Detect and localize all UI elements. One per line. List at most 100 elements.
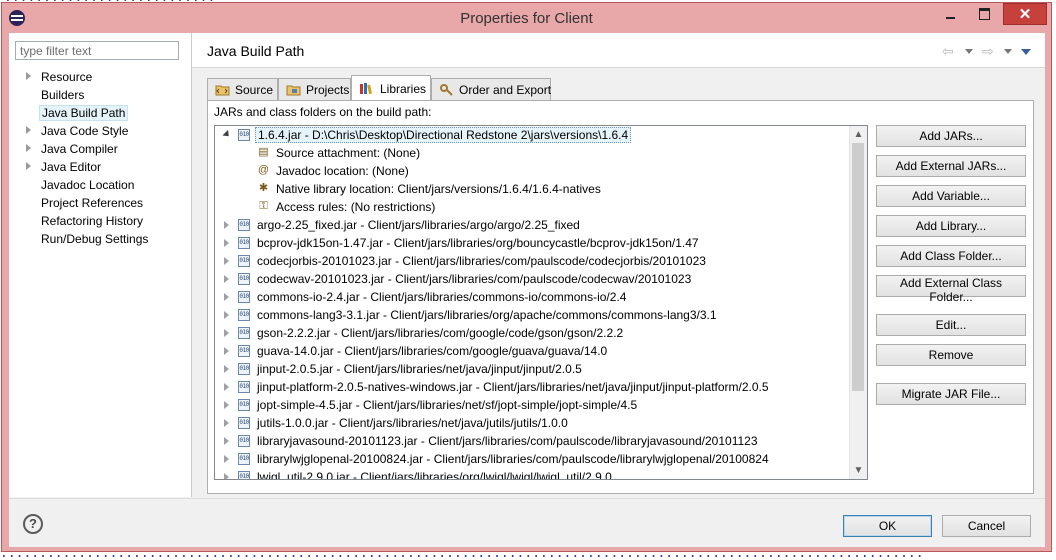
- library-row[interactable]: 010 librarylwjglopenal-20100824.jar - Cli…: [215, 450, 849, 468]
- scroll-thumb[interactable]: [852, 143, 864, 391]
- expand-arrow-icon[interactable]: [224, 257, 229, 265]
- library-row[interactable]: 010 1.6.4.jar - D:\Chris\Desktop\Directio…: [215, 126, 849, 144]
- library-row[interactable]: 010 jopt-simple-4.5.jar - Client/jars/lib…: [215, 396, 849, 414]
- nav-item[interactable]: Refactoring History: [9, 212, 191, 230]
- expand-arrow-icon[interactable]: [224, 293, 229, 301]
- nav-item[interactable]: Resource: [9, 68, 191, 86]
- expand-arrow-icon[interactable]: [224, 473, 229, 479]
- nav-item[interactable]: Javadoc Location: [9, 176, 191, 194]
- filter-input[interactable]: [15, 41, 179, 60]
- tree-item-label: Javadoc location: (None): [276, 164, 409, 178]
- expand-arrow-icon[interactable]: [224, 221, 229, 229]
- library-row[interactable]: 010 argo-2.25_fixed.jar - Client/jars/lib…: [215, 216, 849, 234]
- expand-arrow-icon[interactable]: [26, 144, 31, 152]
- source-attachment-icon: ▤: [258, 146, 269, 158]
- collapse-arrow-icon[interactable]: [222, 129, 232, 140]
- back-arrow-icon[interactable]: ⇦: [942, 43, 954, 60]
- library-row[interactable]: 010 lwjgl_util-2.9.0.jar - Client/jars/li…: [215, 468, 849, 479]
- expand-arrow-icon[interactable]: [26, 126, 31, 134]
- add-jars-button[interactable]: Add JARs...: [876, 125, 1026, 147]
- library-row[interactable]: 010 jinput-platform-2.0.5-natives-windows…: [215, 378, 849, 396]
- nav-item[interactable]: Java Editor: [9, 158, 191, 176]
- tab-order-export[interactable]: Order and Export: [431, 78, 551, 100]
- expand-arrow-icon[interactable]: [224, 329, 229, 337]
- library-row[interactable]: 010 gson-2.2.2.jar - Client/jars/librarie…: [215, 324, 849, 342]
- library-row[interactable]: 010 jinput-2.0.5.jar - Client/jars/librar…: [215, 360, 849, 378]
- title-bar[interactable]: Properties for Client ✕: [2, 3, 1051, 33]
- nav-item-label: Builders: [41, 88, 85, 102]
- tree-item-label: codecwav-20101023.jar - Client/jars/libr…: [257, 272, 692, 286]
- expand-arrow-icon[interactable]: [224, 419, 229, 427]
- nav-item[interactable]: Java Compiler: [9, 140, 191, 158]
- native-library-icon: ✱: [258, 182, 269, 194]
- expand-arrow-icon[interactable]: [224, 455, 229, 463]
- libraries-icon: [360, 83, 372, 95]
- ok-button[interactable]: OK: [843, 515, 932, 537]
- forward-arrow-icon[interactable]: ⇨: [982, 43, 994, 60]
- nav-item[interactable]: Java Build Path: [9, 104, 191, 122]
- jar-icon: 010: [238, 255, 250, 267]
- dialog-button-bar: ? OK Cancel: [9, 498, 1045, 547]
- library-row[interactable]: 010 guava-14.0.jar - Client/jars/librarie…: [215, 342, 849, 360]
- forward-history-dropdown[interactable]: [1004, 49, 1012, 54]
- nav-item[interactable]: Java Code Style: [9, 122, 191, 140]
- tree-vertical-scrollbar[interactable]: ▲ ▼: [849, 126, 867, 479]
- help-icon[interactable]: ?: [23, 514, 43, 534]
- expand-arrow-icon[interactable]: [224, 437, 229, 445]
- expand-arrow-icon[interactable]: [26, 72, 31, 80]
- expand-arrow-icon[interactable]: [224, 401, 229, 409]
- tree-item-label: jinput-2.0.5.jar - Client/jars/libraries…: [257, 362, 582, 376]
- close-button[interactable]: ✕: [1003, 3, 1047, 25]
- expand-arrow-icon[interactable]: [224, 365, 229, 373]
- expand-arrow-icon[interactable]: [224, 383, 229, 391]
- tab-projects[interactable]: Projects: [278, 78, 351, 100]
- add-external-jars-button[interactable]: Add External JARs...: [876, 155, 1026, 177]
- remove-button[interactable]: Remove: [876, 344, 1026, 366]
- tree-item-label: gson-2.2.2.jar - Client/jars/libraries/c…: [257, 326, 624, 340]
- library-attribute-row[interactable]: ✱ Native library location: Client/jars/ve…: [215, 180, 849, 198]
- libraries-tree[interactable]: 010 1.6.4.jar - D:\Chris\Desktop\Directio…: [214, 125, 868, 480]
- build-path-page: Java Build Path ⇦ ⇨ Source Projects Libr…: [192, 33, 1045, 497]
- jar-icon: 010: [238, 219, 250, 231]
- expand-arrow-icon[interactable]: [224, 239, 229, 247]
- back-history-dropdown[interactable]: [965, 49, 973, 54]
- library-attribute-row[interactable]: ⚿ Access rules: (No restrictions): [215, 198, 849, 216]
- add-class-folder-button[interactable]: Add Class Folder...: [876, 245, 1026, 267]
- library-row[interactable]: 010 codecjorbis-20101023.jar - Client/jar…: [215, 252, 849, 270]
- nav-item-label: Java Editor: [41, 160, 102, 174]
- library-row[interactable]: 010 codecwav-20101023.jar - Client/jars/l…: [215, 270, 849, 288]
- library-row[interactable]: 010 commons-io-2.4.jar - Client/jars/libr…: [215, 288, 849, 306]
- add-library-button[interactable]: Add Library...: [876, 215, 1026, 237]
- tab-source[interactable]: Source: [207, 78, 278, 100]
- migrate-jar-button[interactable]: Migrate JAR File...: [876, 383, 1026, 405]
- expand-arrow-icon[interactable]: [26, 162, 31, 170]
- library-attribute-row[interactable]: @ Javadoc location: (None): [215, 162, 849, 180]
- nav-item[interactable]: Run/Debug Settings: [9, 230, 191, 248]
- jar-icon: 010: [238, 399, 250, 411]
- jar-icon: 010: [238, 237, 250, 249]
- maximize-button[interactable]: [970, 3, 998, 25]
- tab-libraries[interactable]: Libraries: [351, 75, 431, 101]
- library-row[interactable]: 010 jutils-1.0.0.jar - Client/jars/librar…: [215, 414, 849, 432]
- library-attribute-row[interactable]: ▤ Source attachment: (None): [215, 144, 849, 162]
- jar-icon: 010: [238, 273, 250, 285]
- nav-item-label: Java Code Style: [41, 124, 129, 138]
- cancel-button[interactable]: Cancel: [942, 515, 1031, 537]
- expand-arrow-icon[interactable]: [224, 311, 229, 319]
- library-row[interactable]: 010 libraryjavasound-20101123.jar - Clien…: [215, 432, 849, 450]
- view-menu-icon[interactable]: [1021, 49, 1031, 55]
- add-variable-button[interactable]: Add Variable...: [876, 185, 1026, 207]
- jar-icon: 010: [238, 345, 250, 357]
- nav-item[interactable]: Builders: [9, 86, 191, 104]
- minimize-button[interactable]: [937, 3, 965, 25]
- scroll-down-icon[interactable]: ▼: [850, 462, 867, 479]
- tree-item-label: commons-lang3-3.1.jar - Client/jars/libr…: [257, 308, 717, 322]
- add-external-class-folder-button[interactable]: Add External Class Folder...: [876, 275, 1026, 304]
- expand-arrow-icon[interactable]: [224, 347, 229, 355]
- expand-arrow-icon[interactable]: [224, 275, 229, 283]
- library-row[interactable]: 010 commons-lang3-3.1.jar - Client/jars/l…: [215, 306, 849, 324]
- nav-item[interactable]: Project References: [9, 194, 191, 212]
- library-row[interactable]: 010 bcprov-jdk15on-1.47.jar - Client/jars…: [215, 234, 849, 252]
- edit-button[interactable]: Edit...: [876, 314, 1026, 336]
- scroll-up-icon[interactable]: ▲: [850, 126, 867, 143]
